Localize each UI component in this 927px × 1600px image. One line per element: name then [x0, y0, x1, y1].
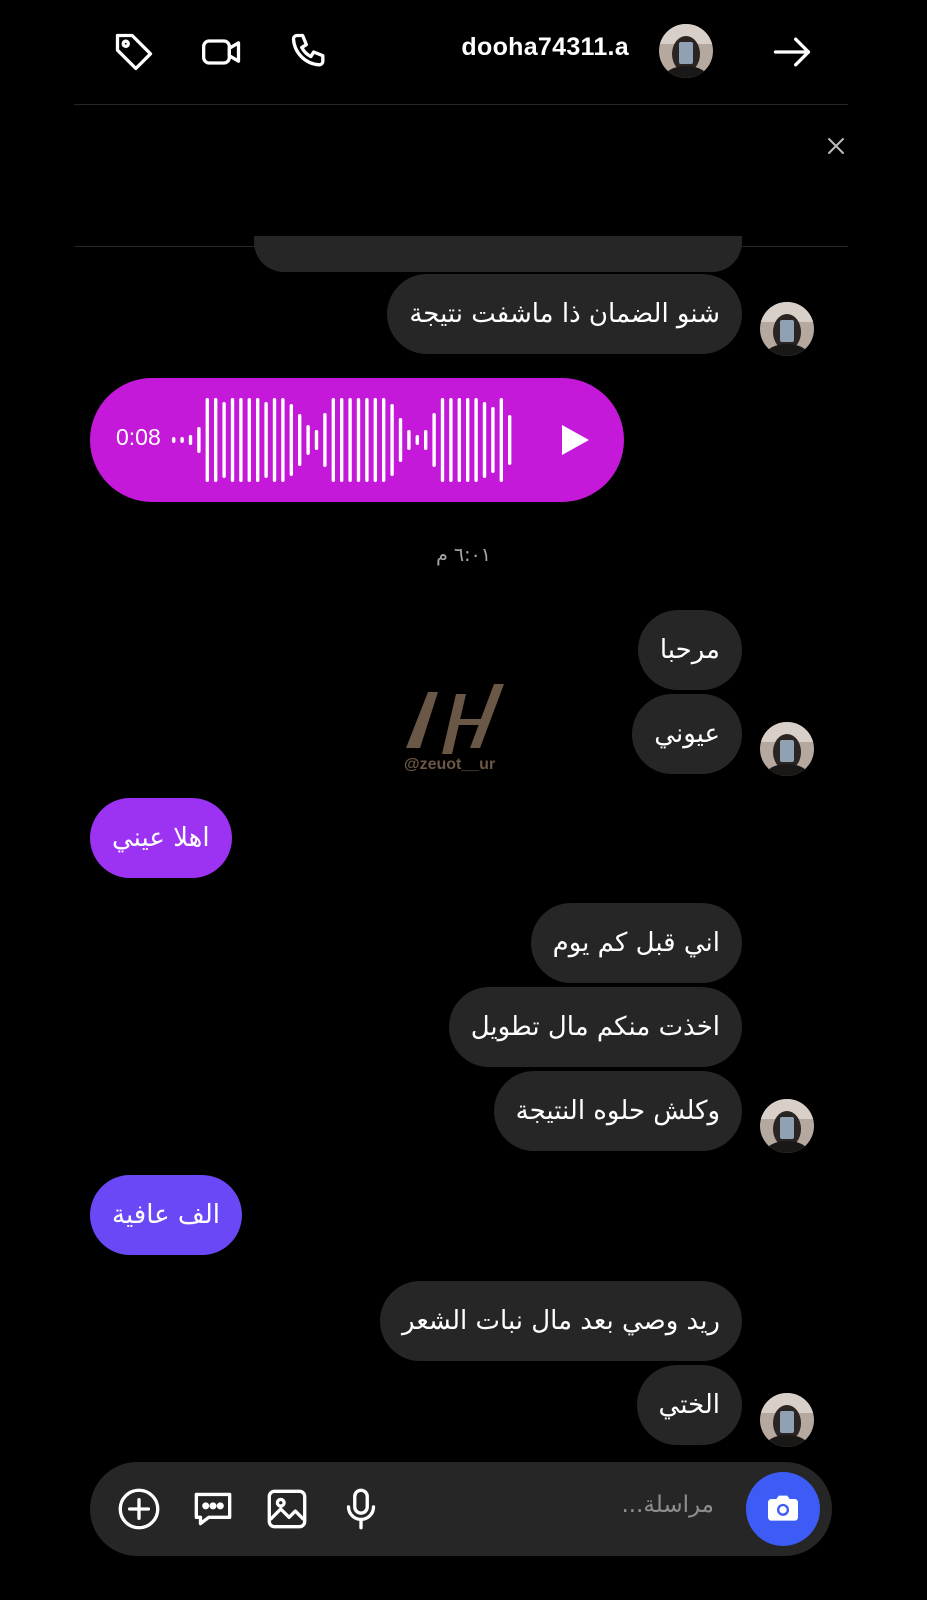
sender-avatar — [760, 302, 814, 356]
message-text: الف عافية — [112, 1200, 220, 1230]
waveform-bar — [407, 430, 411, 450]
message-bubble-outgoing[interactable]: الف عافية — [90, 1175, 242, 1255]
waveform-bar — [197, 427, 201, 453]
waveform-bar — [323, 413, 327, 467]
waveform — [172, 398, 512, 482]
play-icon[interactable] — [558, 422, 592, 462]
microphone-icon[interactable] — [336, 1484, 386, 1534]
waveform-bar — [373, 398, 377, 482]
waveform-bar — [281, 398, 285, 482]
waveform-bar — [214, 398, 218, 482]
waveform-bar — [466, 398, 470, 482]
message-text: شنو الضمان ذا ماشفت نتيجة — [409, 299, 720, 329]
tag-icon[interactable] — [110, 28, 158, 76]
message-text: ريد وصي بعد مال نبات الشعر — [402, 1306, 720, 1336]
message-text: وكلش حلوه النتيجة — [515, 1096, 720, 1126]
waveform-bar — [239, 398, 243, 482]
sender-avatar — [760, 1393, 814, 1447]
camera-button[interactable] — [746, 1472, 820, 1546]
phone-icon[interactable] — [286, 28, 334, 76]
waveform-bar — [180, 437, 184, 443]
waveform-bar — [247, 398, 251, 482]
waveform-bar — [256, 398, 260, 482]
message-text: اني قبل كم يوم — [552, 928, 720, 958]
waveform-bar — [306, 425, 310, 455]
waveform-bar — [499, 398, 503, 482]
waveform-bar — [222, 402, 226, 478]
chat-header: dooha74311.a — [0, 0, 927, 104]
waveform-bar — [205, 398, 209, 482]
waveform-bar — [230, 398, 235, 482]
waveform-bar — [508, 415, 512, 465]
message-text: عيوني — [654, 719, 720, 749]
message-bubble[interactable]: مرحبا — [637, 610, 742, 690]
video-call-icon[interactable] — [198, 28, 246, 76]
waveform-bar — [440, 398, 445, 482]
waveform-bar — [298, 414, 302, 466]
waveform-bar — [424, 430, 428, 450]
waveform-bar — [272, 398, 277, 482]
waveform-bar — [289, 404, 293, 476]
waveform-bar — [390, 404, 394, 476]
waveform-bar — [457, 398, 461, 482]
message-text: مرحبا — [659, 635, 720, 665]
waveform-bar — [415, 435, 419, 445]
message-bubble-outgoing[interactable]: اهلا عيني — [90, 798, 232, 878]
waveform-bar — [264, 402, 268, 478]
gallery-icon[interactable] — [262, 1484, 312, 1534]
header-divider — [74, 104, 848, 105]
add-icon[interactable] — [114, 1484, 164, 1534]
message-text: الختي — [658, 1390, 720, 1420]
arrow-right-icon[interactable] — [768, 28, 816, 76]
message-bubble[interactable]: اني قبل كم يوم — [530, 903, 742, 983]
voice-message[interactable]: 0:08 — [90, 378, 624, 502]
waveform-bar — [398, 418, 403, 462]
message-text: اخذت منكم مال تطويل — [470, 1012, 720, 1042]
username[interactable]: dooha74311.a — [461, 33, 629, 62]
waveform-bar — [382, 398, 386, 482]
waveform-bar — [188, 435, 193, 445]
voice-duration: 0:08 — [116, 424, 161, 450]
camera-icon — [768, 1495, 798, 1521]
message-text: اهلا عيني — [112, 823, 210, 853]
message-input[interactable]: مراسلة... — [621, 1492, 714, 1518]
waveform-bar — [331, 398, 335, 482]
waveform-bar — [348, 398, 352, 482]
message-bubble[interactable]: وكلش حلوه النتيجة — [493, 1071, 742, 1151]
waveform-bar — [482, 402, 487, 478]
sticker-chat-icon[interactable] — [188, 1484, 238, 1534]
waveform-bar — [432, 413, 436, 467]
message-bubble[interactable]: عيوني — [632, 694, 742, 774]
sender-avatar — [760, 722, 814, 776]
waveform-bar — [172, 437, 176, 443]
message-bubble[interactable]: الختي — [636, 1365, 742, 1445]
message-bubble-partial — [254, 236, 742, 272]
message-bubble[interactable]: اخذت منكم مال تطويل — [448, 987, 742, 1067]
sender-avatar — [760, 1099, 814, 1153]
close-icon[interactable] — [822, 132, 850, 160]
message-bubble[interactable]: ريد وصي بعد مال نبات الشعر — [380, 1281, 742, 1361]
waveform-bar — [491, 407, 495, 473]
waveform-bar — [474, 398, 478, 482]
waveform-bar — [314, 430, 319, 450]
message-bubble[interactable]: شنو الضمان ذا ماشفت نتيجة — [387, 274, 742, 354]
waveform-bar — [356, 398, 361, 482]
waveform-bar — [449, 398, 453, 482]
timestamp: ٦:٠١ م — [436, 544, 491, 566]
waveform-bar — [365, 398, 369, 482]
watermark-handle: @zeuot__ur — [404, 756, 496, 773]
message-composer: مراسلة... — [90, 1462, 832, 1556]
avatar[interactable] — [659, 24, 713, 78]
waveform-bar — [340, 398, 344, 482]
